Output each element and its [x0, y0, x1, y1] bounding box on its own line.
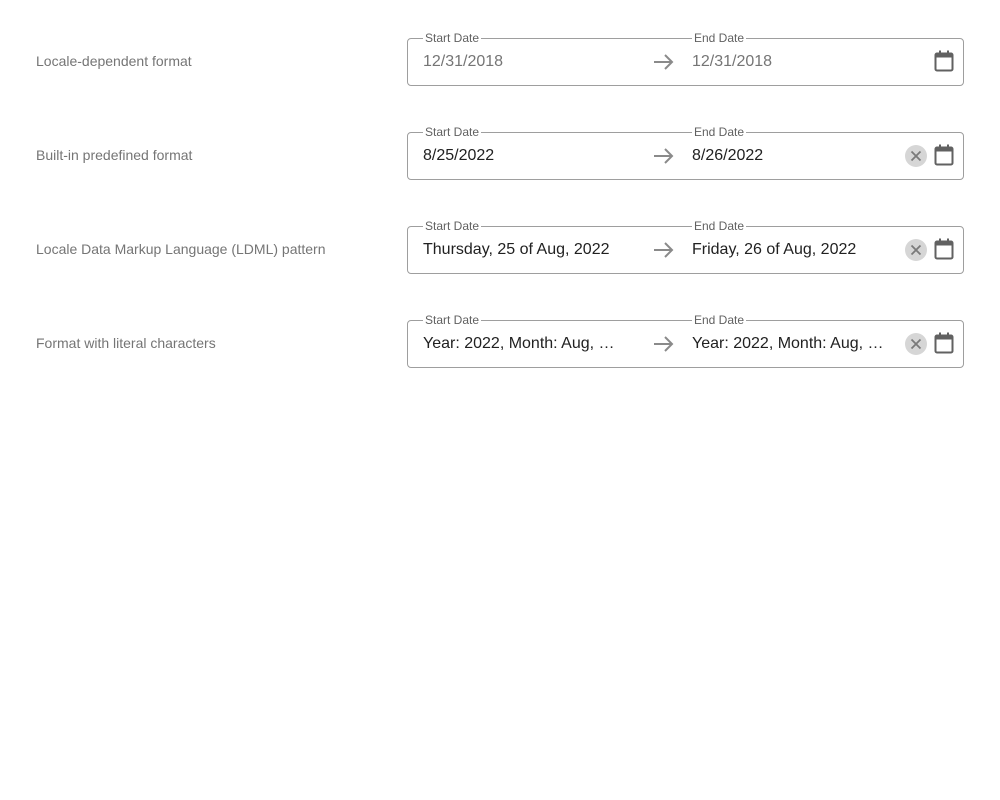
- row-built-in-predefined-format: Built-in predefined format Start Date En…: [0, 125, 1000, 180]
- arrow-right-icon: [652, 52, 676, 72]
- row-format-with-literal-characters: Format with literal characters Start Dat…: [0, 313, 1000, 368]
- row-label: Locale-dependent format: [36, 53, 192, 69]
- end-date-input[interactable]: Friday, 26 of Aug, 2022: [692, 241, 888, 259]
- start-date-input[interactable]: Thursday, 25 of Aug, 2022: [423, 241, 623, 259]
- end-date-label: End Date: [692, 313, 747, 327]
- row-label: Format with literal characters: [36, 335, 216, 351]
- clear-icon[interactable]: [905, 145, 927, 167]
- arrow-right-icon: [652, 334, 676, 354]
- arrow-right-icon: [652, 240, 676, 260]
- row-label: Built-in predefined format: [36, 147, 193, 163]
- date-range-format-samples: Locale-dependent format Start Date End D…: [0, 0, 1000, 800]
- clear-icon[interactable]: [905, 239, 927, 261]
- end-date-label: End Date: [692, 31, 747, 45]
- date-range-picker[interactable]: Start Date End Date 8/25/2022 8/26/2022: [407, 125, 964, 180]
- end-date-input[interactable]: Year: 2022, Month: Aug, D…: [692, 335, 888, 353]
- start-date-label: Start Date: [423, 313, 482, 327]
- start-date-label: Start Date: [423, 219, 482, 233]
- clear-icon[interactable]: [905, 333, 927, 355]
- calendar-icon[interactable]: [934, 50, 954, 72]
- start-date-input[interactable]: Year: 2022, Month: Aug, D…: [423, 335, 623, 353]
- end-date-label: End Date: [692, 125, 747, 139]
- start-date-label: Start Date: [423, 125, 482, 139]
- end-date-label: End Date: [692, 219, 747, 233]
- arrow-right-icon: [652, 146, 676, 166]
- row-locale-dependent-format: Locale-dependent format Start Date End D…: [0, 31, 1000, 86]
- date-range-picker[interactable]: Start Date End Date 12/31/2018 12/31/201…: [407, 31, 964, 86]
- calendar-icon[interactable]: [934, 144, 954, 166]
- row-label: Locale Data Markup Language (LDML) patte…: [36, 241, 326, 257]
- start-date-input[interactable]: 8/25/2022: [423, 147, 623, 165]
- start-date-label: Start Date: [423, 31, 482, 45]
- date-range-picker[interactable]: Start Date End Date Thursday, 25 of Aug,…: [407, 219, 964, 274]
- calendar-icon[interactable]: [934, 238, 954, 260]
- end-date-input[interactable]: 8/26/2022: [692, 147, 888, 165]
- calendar-icon[interactable]: [934, 332, 954, 354]
- end-date-input[interactable]: 12/31/2018: [692, 53, 888, 71]
- start-date-input[interactable]: 12/31/2018: [423, 53, 623, 71]
- date-range-picker[interactable]: Start Date End Date Year: 2022, Month: A…: [407, 313, 964, 368]
- row-ldml-pattern: Locale Data Markup Language (LDML) patte…: [0, 219, 1000, 274]
